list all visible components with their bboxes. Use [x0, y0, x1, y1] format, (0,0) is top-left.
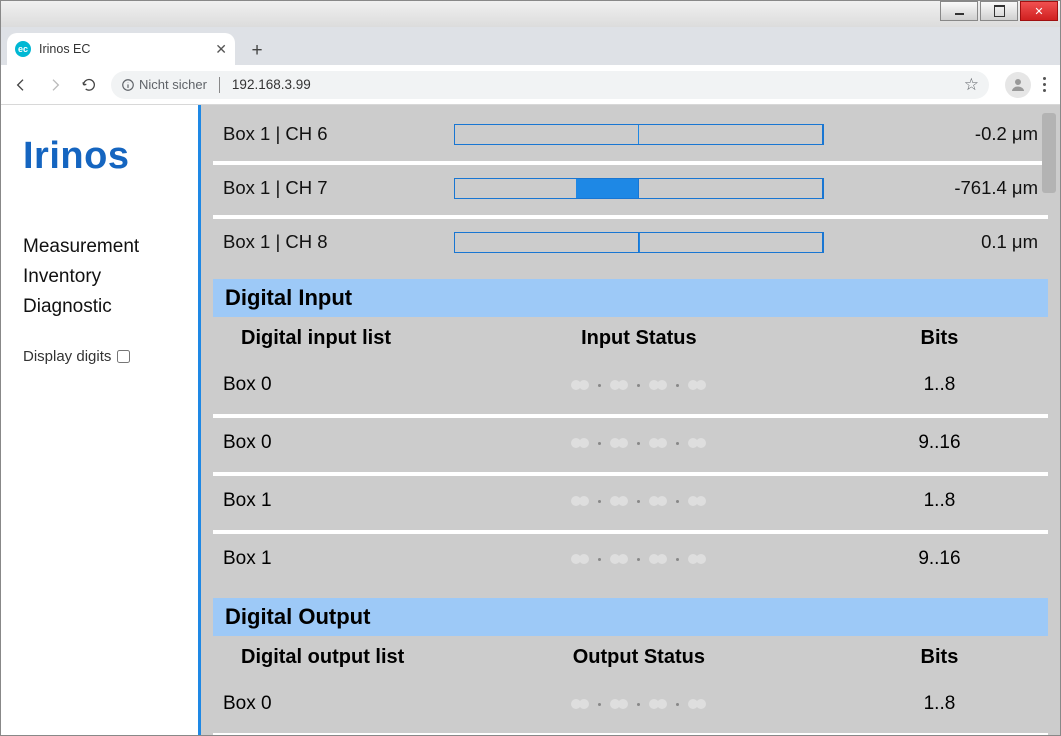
tab-title: Irinos EC [39, 42, 207, 56]
sidebar-item-measurement[interactable]: Measurement [23, 236, 193, 258]
table-row: Box 1 1..8 [213, 472, 1048, 526]
col-header: Digital output list [213, 640, 447, 675]
sidebar-item-inventory[interactable]: Inventory [23, 266, 193, 288]
scroll-thumb[interactable] [1042, 113, 1056, 193]
back-button[interactable] [9, 73, 33, 97]
window-titlebar: ✕ [1, 1, 1060, 27]
window-close-button[interactable]: ✕ [1020, 1, 1058, 21]
display-digits-checkbox[interactable] [117, 350, 130, 363]
browser-tab-active[interactable]: ec Irinos EC ✕ [7, 33, 235, 65]
status-cell [447, 733, 831, 735]
sidebar: Irinos Measurement Inventory Diagnostic … [1, 105, 193, 735]
box-label: Box 1 [213, 472, 447, 526]
bits-label: 9..16 [831, 733, 1048, 735]
brand-logo: Irinos [23, 135, 193, 178]
bits-label: 1..8 [831, 360, 1048, 410]
measurement-value: -761.4 μm [834, 161, 1049, 211]
status-cell [447, 472, 831, 526]
status-cell [447, 414, 831, 468]
table-header: Digital input list Input Status Bits [213, 321, 1048, 356]
status-cell [447, 360, 831, 410]
new-tab-button[interactable]: + [243, 37, 271, 65]
box-label: Box 1 [213, 530, 447, 584]
table-row: Box 1 9..16 [213, 530, 1048, 584]
channel-label: Box 1 | CH 6 [213, 111, 444, 157]
bits-label: 1..8 [831, 472, 1048, 526]
profile-avatar-icon[interactable] [1005, 72, 1031, 98]
close-tab-button[interactable]: ✕ [215, 41, 227, 58]
status-dots [571, 699, 706, 709]
bar-gauge [454, 232, 824, 253]
favicon-icon: ec [15, 41, 31, 57]
sidebar-item-diagnostic[interactable]: Diagnostic [23, 296, 193, 318]
measurement-row: Box 1 | CH 6 -0.2 μm [213, 111, 1048, 157]
browser-tab-strip: ec Irinos EC ✕ + [1, 29, 1060, 65]
bits-label: 9..16 [831, 530, 1048, 584]
status-cell [447, 679, 831, 729]
insecure-indicator: Nicht sicher [121, 77, 207, 92]
status-dots [571, 380, 706, 390]
table-row: Box 0 9..16 [213, 414, 1048, 468]
box-label: Box 0 [213, 733, 447, 735]
info-circle-icon [121, 78, 135, 92]
box-label: Box 0 [213, 414, 447, 468]
digital-input-header: Digital Input [213, 279, 1048, 317]
bar-gauge [454, 178, 824, 199]
table-row: Box 0 1..8 [213, 679, 1048, 729]
vertical-scrollbar[interactable] [1040, 105, 1058, 735]
window-minimize-button[interactable] [940, 1, 978, 21]
status-dots [571, 496, 706, 506]
bar-gauge [454, 124, 824, 145]
status-cell [447, 530, 831, 584]
browser-menu-button[interactable] [1043, 77, 1046, 92]
col-header: Digital input list [213, 321, 447, 356]
display-digits-label: Display digits [23, 348, 111, 365]
col-header: Bits [831, 321, 1048, 356]
measurement-value: 0.1 μm [834, 215, 1049, 265]
status-dots [571, 554, 706, 564]
window-maximize-button[interactable] [980, 1, 1018, 21]
bookmark-star-icon[interactable]: ☆ [964, 75, 979, 95]
digital-input-table: Digital input list Input Status Bits Box… [213, 317, 1048, 588]
box-label: Box 0 [213, 679, 447, 729]
url-text: 192.168.3.99 [232, 77, 311, 92]
bits-label: 1..8 [831, 679, 1048, 729]
col-header: Bits [831, 640, 1048, 675]
table-row: Box 0 1..8 [213, 360, 1048, 410]
digital-output-header: Digital Output [213, 598, 1048, 636]
bits-label: 9..16 [831, 414, 1048, 468]
table-header: Digital output list Output Status Bits [213, 640, 1048, 675]
channel-label: Box 1 | CH 8 [213, 215, 444, 265]
channel-label: Box 1 | CH 7 [213, 161, 444, 211]
col-header: Output Status [447, 640, 831, 675]
measurement-row: Box 1 | CH 7 -761.4 μm [213, 161, 1048, 211]
digital-output-table: Digital output list Output Status Bits B… [213, 636, 1048, 735]
address-bar[interactable]: Nicht sicher 192.168.3.99 ☆ [111, 71, 989, 99]
status-dots [571, 438, 706, 448]
table-row: Box 0 9..16 [213, 733, 1048, 735]
col-header: Input Status [447, 321, 831, 356]
display-digits-toggle[interactable]: Display digits [23, 348, 193, 365]
main-content: Box 1 | CH 6 -0.2 μm Box 1 | CH 7 -761.4 μm… [201, 105, 1060, 735]
forward-button[interactable] [43, 73, 67, 97]
measurement-row: Box 1 | CH 8 0.1 μm [213, 215, 1048, 265]
measurement-table: Box 1 | CH 6 -0.2 μm Box 1 | CH 7 -761.4 μm… [213, 107, 1048, 269]
measurement-value: -0.2 μm [834, 111, 1049, 157]
reload-button[interactable] [77, 73, 101, 97]
box-label: Box 0 [213, 360, 447, 410]
